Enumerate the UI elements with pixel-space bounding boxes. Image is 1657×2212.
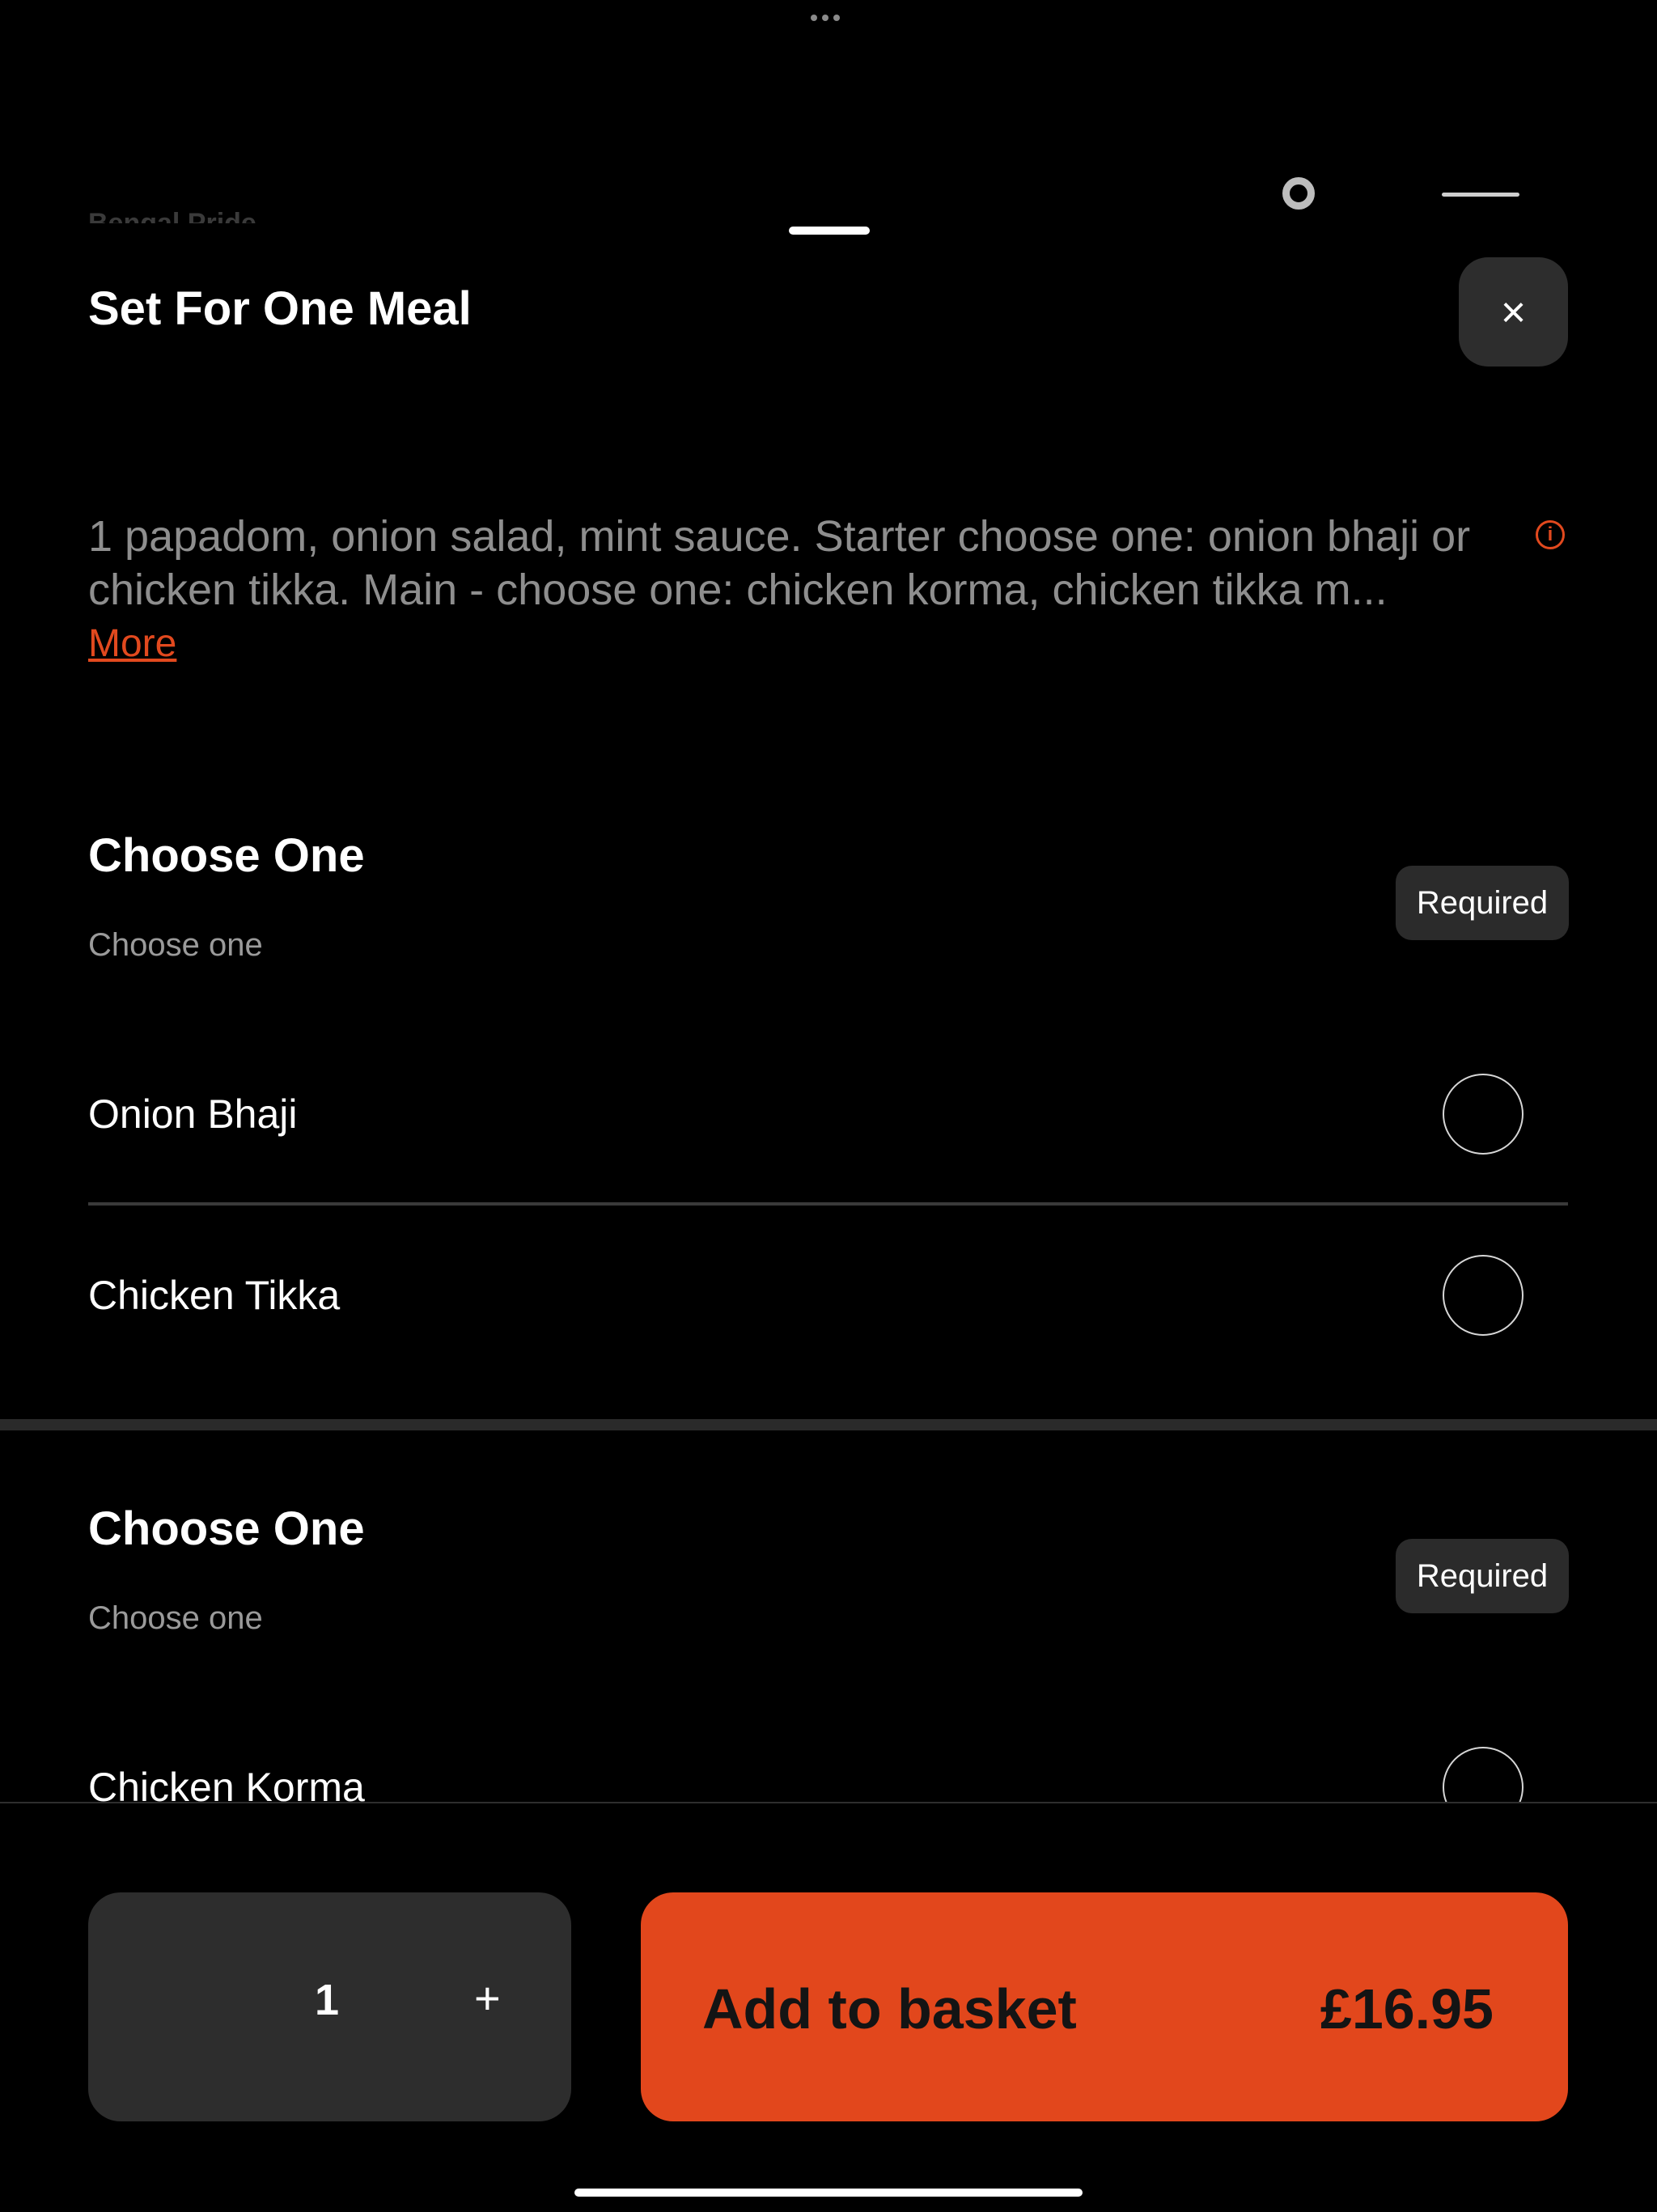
group-subtitle: Choose one — [88, 1600, 263, 1636]
quantity-stepper[interactable]: 1 + — [88, 1892, 571, 2121]
price-label: £16.95 — [1320, 1977, 1494, 2040]
close-button[interactable]: × — [1459, 257, 1568, 367]
option-label[interactable]: Chicken Tikka — [88, 1272, 340, 1319]
sheet-grabber[interactable] — [789, 227, 870, 235]
add-to-basket-button[interactable]: Add to basket £16.95 — [641, 1892, 1568, 2121]
modal-title: Set For One Meal — [88, 282, 472, 335]
add-to-basket-label: Add to basket — [702, 1977, 1077, 2040]
home-indicator[interactable] — [574, 2189, 1083, 2197]
radio-button[interactable] — [1443, 1255, 1524, 1336]
required-badge: Required — [1396, 866, 1569, 940]
group-title: Choose One — [88, 1502, 365, 1555]
quantity-value: 1 — [315, 1976, 340, 2024]
radio-button[interactable] — [1443, 1074, 1524, 1155]
group-subtitle: Choose one — [88, 927, 263, 963]
plus-icon[interactable]: + — [474, 1972, 501, 2024]
required-badge: Required — [1396, 1539, 1569, 1613]
group-title: Choose One — [88, 829, 365, 882]
more-dots-icon[interactable] — [811, 15, 840, 21]
item-description: 1 papadom, onion salad, mint sauce. Star… — [88, 512, 1471, 614]
info-icon[interactable]: i — [1536, 520, 1565, 549]
restaurant-name: Bengal Pride — [88, 208, 256, 223]
option-divider — [88, 1202, 1568, 1206]
option-label[interactable]: Onion Bhaji — [88, 1091, 298, 1138]
profile-icon[interactable] — [1282, 177, 1315, 210]
menu-icon[interactable] — [1442, 193, 1519, 211]
close-icon: × — [1500, 287, 1527, 337]
section-separator — [0, 1419, 1657, 1430]
more-link[interactable]: More — [88, 621, 176, 666]
